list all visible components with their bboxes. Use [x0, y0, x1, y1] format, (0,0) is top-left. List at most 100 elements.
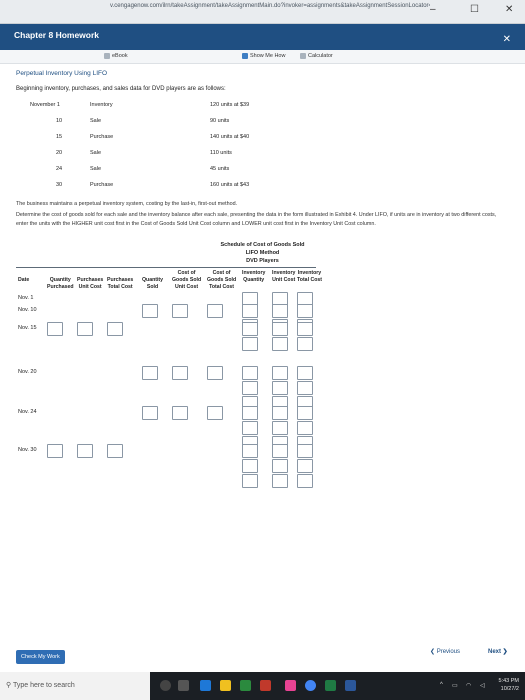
resource-toolbar: eBook Show Me How Calculator [0, 50, 525, 64]
minimize-button[interactable]: – [430, 4, 436, 15]
maximize-button[interactable]: ☐ [470, 4, 479, 15]
chrome-icon[interactable] [305, 680, 316, 691]
schedule-input-cell[interactable] [107, 322, 123, 336]
column-header: Inventory Total Cost [297, 270, 322, 283]
schedule-input-cell[interactable] [142, 366, 158, 380]
volume-icon[interactable]: ◁ [480, 682, 485, 689]
row-detail: 45 units [210, 166, 230, 172]
calculator-button[interactable]: Calculator [300, 53, 333, 59]
schedule-input-cell[interactable] [242, 444, 258, 458]
row-date: 30 [56, 182, 63, 188]
schedule-input-cell[interactable] [47, 322, 63, 336]
row-type: Sale [90, 118, 102, 124]
row-type: Inventory [90, 102, 113, 108]
schedule-input-cell[interactable] [242, 381, 258, 395]
schedule-input-cell[interactable] [77, 444, 93, 458]
wifi-icon[interactable]: ◠ [466, 682, 471, 689]
mail-icon[interactable] [260, 680, 271, 691]
schedule-input-cell[interactable] [297, 381, 313, 395]
play-icon [242, 53, 248, 59]
schedule-date-label: Nov. 20 [18, 369, 37, 375]
show-me-how-button[interactable]: Show Me How [242, 53, 285, 59]
row-type: Purchase [90, 134, 114, 140]
cortana-icon[interactable] [160, 680, 171, 691]
schedule-input-cell[interactable] [172, 304, 188, 318]
browser-address-bar: v.cengagenow.com/ilrn/takeAssignment/tak… [0, 0, 525, 24]
problem-intro: Beginning inventory, purchases, and sale… [16, 86, 226, 92]
previous-button[interactable]: ❮ Previous [430, 648, 460, 655]
schedule-input-cell[interactable] [107, 444, 123, 458]
schedule-input-cell[interactable] [242, 406, 258, 420]
schedule-input-cell[interactable] [242, 474, 258, 488]
schedule-input-cell[interactable] [242, 421, 258, 435]
row-date: 20 [56, 150, 63, 156]
schedule-input-cell[interactable] [272, 421, 288, 435]
schedule-input-cell[interactable] [242, 322, 258, 336]
calculator-icon [300, 53, 306, 59]
schedule-input-cell[interactable] [272, 444, 288, 458]
schedule-input-cell[interactable] [172, 366, 188, 380]
column-header: Cost of Goods Sold Unit Cost [172, 270, 202, 290]
schedule-input-cell[interactable] [272, 406, 288, 420]
show-me-how-label: Show Me How [250, 53, 286, 59]
ebook-button[interactable]: eBook [104, 53, 128, 59]
schedule-input-cell[interactable] [142, 406, 158, 420]
schedule-input-cell[interactable] [297, 459, 313, 473]
check-my-work-button[interactable]: Check My Work [16, 650, 65, 664]
schedule-input-cell[interactable] [272, 474, 288, 488]
schedule-input-cell[interactable] [207, 304, 223, 318]
window-close-button[interactable]: ✕ [505, 4, 513, 15]
schedule-input-cell[interactable] [297, 406, 313, 420]
schedule-input-cell[interactable] [242, 337, 258, 351]
schedule-input-cell[interactable] [297, 366, 313, 380]
schedule-input-cell[interactable] [272, 381, 288, 395]
calculator-label: Calculator [308, 53, 333, 59]
row-detail: 120 units at $39 [210, 102, 250, 108]
schedule-input-cell[interactable] [297, 474, 313, 488]
store-icon[interactable] [240, 680, 251, 691]
row-detail: 110 units [210, 150, 232, 156]
schedule-input-cell[interactable] [272, 337, 288, 351]
schedule-input-cell[interactable] [297, 304, 313, 318]
row-detail: 90 units [210, 118, 230, 124]
schedule-input-cell[interactable] [272, 366, 288, 380]
close-assignment-button[interactable]: ✕ [503, 34, 511, 45]
photos-icon[interactable] [285, 680, 296, 691]
schedule-input-cell[interactable] [207, 406, 223, 420]
schedule-input-cell[interactable] [297, 421, 313, 435]
schedule-input-cell[interactable] [47, 444, 63, 458]
tray-chevron-icon[interactable]: ^ [440, 682, 443, 688]
excel-icon[interactable] [325, 680, 336, 691]
url-text[interactable]: v.cengagenow.com/ilrn/takeAssignment/tak… [110, 0, 430, 24]
schedule-input-cell[interactable] [242, 304, 258, 318]
taskbar-search[interactable]: ⚲ Type here to search [0, 672, 150, 700]
task-view-icon[interactable] [178, 680, 189, 691]
word-icon[interactable] [345, 680, 356, 691]
row-date: 10 [56, 118, 63, 124]
schedule-input-cell[interactable] [272, 322, 288, 336]
battery-icon[interactable]: ▭ [452, 682, 458, 689]
instructions: The business maintains a perpetual inven… [16, 200, 506, 229]
schedule-input-cell[interactable] [142, 304, 158, 318]
schedule-date-label: Nov. 1 [18, 295, 34, 301]
schedule-input-cell[interactable] [207, 366, 223, 380]
schedule-input-cell[interactable] [272, 304, 288, 318]
schedule-input-cell[interactable] [172, 406, 188, 420]
schedule-input-cell[interactable] [77, 322, 93, 336]
column-header: Purchases Unit Cost [77, 277, 104, 290]
file-explorer-icon[interactable] [220, 680, 231, 691]
row-date: 24 [56, 166, 63, 172]
assignment-header: Chapter 8 Homework ✕ [0, 24, 525, 50]
schedule-input-cell[interactable] [242, 366, 258, 380]
problem-title: Perpetual Inventory Using LIFO [16, 70, 108, 77]
edge-icon[interactable] [200, 680, 211, 691]
instructions-text: The business maintains a perpetual inven… [16, 201, 238, 207]
schedule-input-cell[interactable] [297, 337, 313, 351]
schedule-input-cell[interactable] [297, 444, 313, 458]
schedule-input-cell[interactable] [272, 459, 288, 473]
schedule-input-cell[interactable] [242, 459, 258, 473]
next-button[interactable]: Next ❯ [488, 648, 508, 655]
schedule-input-cell[interactable] [297, 322, 313, 336]
search-icon: ⚲ [6, 682, 13, 689]
taskbar-clock[interactable]: 5:43 PM 10/27/2 [499, 677, 519, 693]
